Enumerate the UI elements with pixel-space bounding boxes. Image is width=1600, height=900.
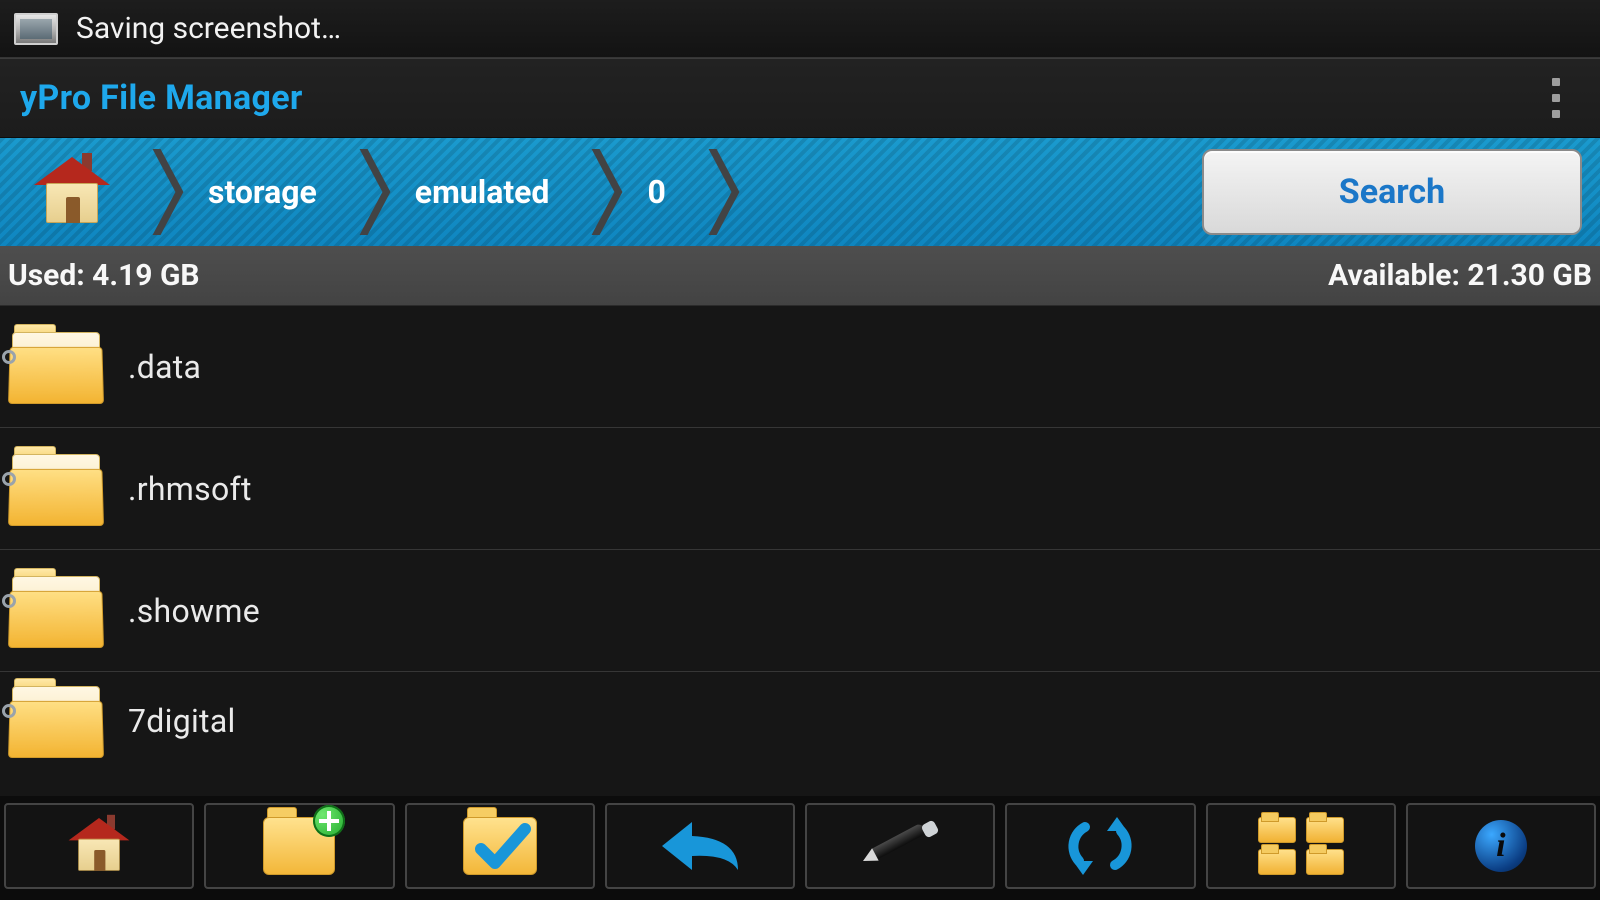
toolbar-info-button[interactable]: i — [1406, 803, 1596, 889]
file-name: 7digital — [128, 702, 236, 740]
toolbar-refresh-button[interactable] — [1005, 803, 1195, 889]
breadcrumb-separator-icon — [144, 149, 174, 235]
folder-icon — [6, 450, 106, 528]
toolbar-multiselect-button[interactable] — [1206, 803, 1396, 889]
toolbar-new-folder-button[interactable] — [204, 803, 394, 889]
search-button[interactable]: Search — [1202, 149, 1582, 235]
breadcrumb-label: emulated — [415, 173, 550, 211]
file-list[interactable]: .data .rhmsoft .showme 7digital — [0, 306, 1600, 796]
breadcrumb-label: storage — [208, 173, 317, 211]
toolbar-select-button[interactable] — [405, 803, 595, 889]
home-icon — [34, 157, 110, 227]
app-title-bar: yPro File Manager — [0, 58, 1600, 138]
storage-info-bar: Used: 4.19 GB Available: 21.30 GB — [0, 246, 1600, 306]
refresh-icon — [1065, 815, 1135, 877]
android-status-bar: Saving screenshot… — [0, 0, 1600, 58]
breadcrumb-item-0[interactable]: 0 — [613, 138, 699, 246]
storage-available-label: Available: 21.30 GB — [1328, 258, 1592, 293]
breadcrumb-bar: storage emulated 0 Search — [0, 138, 1600, 246]
info-icon: i — [1475, 820, 1527, 872]
toolbar-home-button[interactable] — [4, 803, 194, 889]
breadcrumb-label: 0 — [647, 173, 665, 211]
list-item[interactable]: .showme — [0, 550, 1600, 672]
file-name: .showme — [128, 592, 260, 630]
list-item[interactable]: .data — [0, 306, 1600, 428]
list-item[interactable]: .rhmsoft — [0, 428, 1600, 550]
breadcrumb-separator-icon — [351, 149, 381, 235]
breadcrumb-separator-icon — [700, 149, 730, 235]
app-title: yPro File Manager — [20, 78, 303, 118]
file-name: .rhmsoft — [128, 470, 252, 508]
status-notification-text: Saving screenshot… — [76, 11, 341, 46]
folder-icon — [6, 572, 106, 650]
storage-used-label: Used: 4.19 GB — [8, 258, 200, 293]
pen-icon — [865, 816, 935, 876]
toolbar-edit-button[interactable] — [805, 803, 995, 889]
overflow-menu-icon[interactable] — [1532, 70, 1580, 126]
folder-icon — [6, 328, 106, 406]
bottom-toolbar: i — [0, 796, 1600, 900]
breadcrumb-item-storage[interactable]: storage — [174, 138, 351, 246]
breadcrumb-home[interactable] — [0, 138, 144, 246]
screenshot-notification-icon — [14, 13, 58, 45]
breadcrumb-item-emulated[interactable]: emulated — [381, 138, 584, 246]
folder-icon — [6, 682, 106, 760]
search-button-label: Search — [1339, 172, 1445, 212]
list-item[interactable]: 7digital — [0, 672, 1600, 770]
folder-check-icon — [463, 817, 537, 875]
breadcrumb-separator-icon — [583, 149, 613, 235]
toolbar-back-button[interactable] — [605, 803, 795, 889]
back-arrow-icon — [656, 818, 744, 874]
multi-folder-icon — [1258, 817, 1344, 875]
home-icon — [69, 818, 130, 874]
file-name: .data — [128, 348, 201, 386]
new-folder-icon — [263, 817, 335, 875]
